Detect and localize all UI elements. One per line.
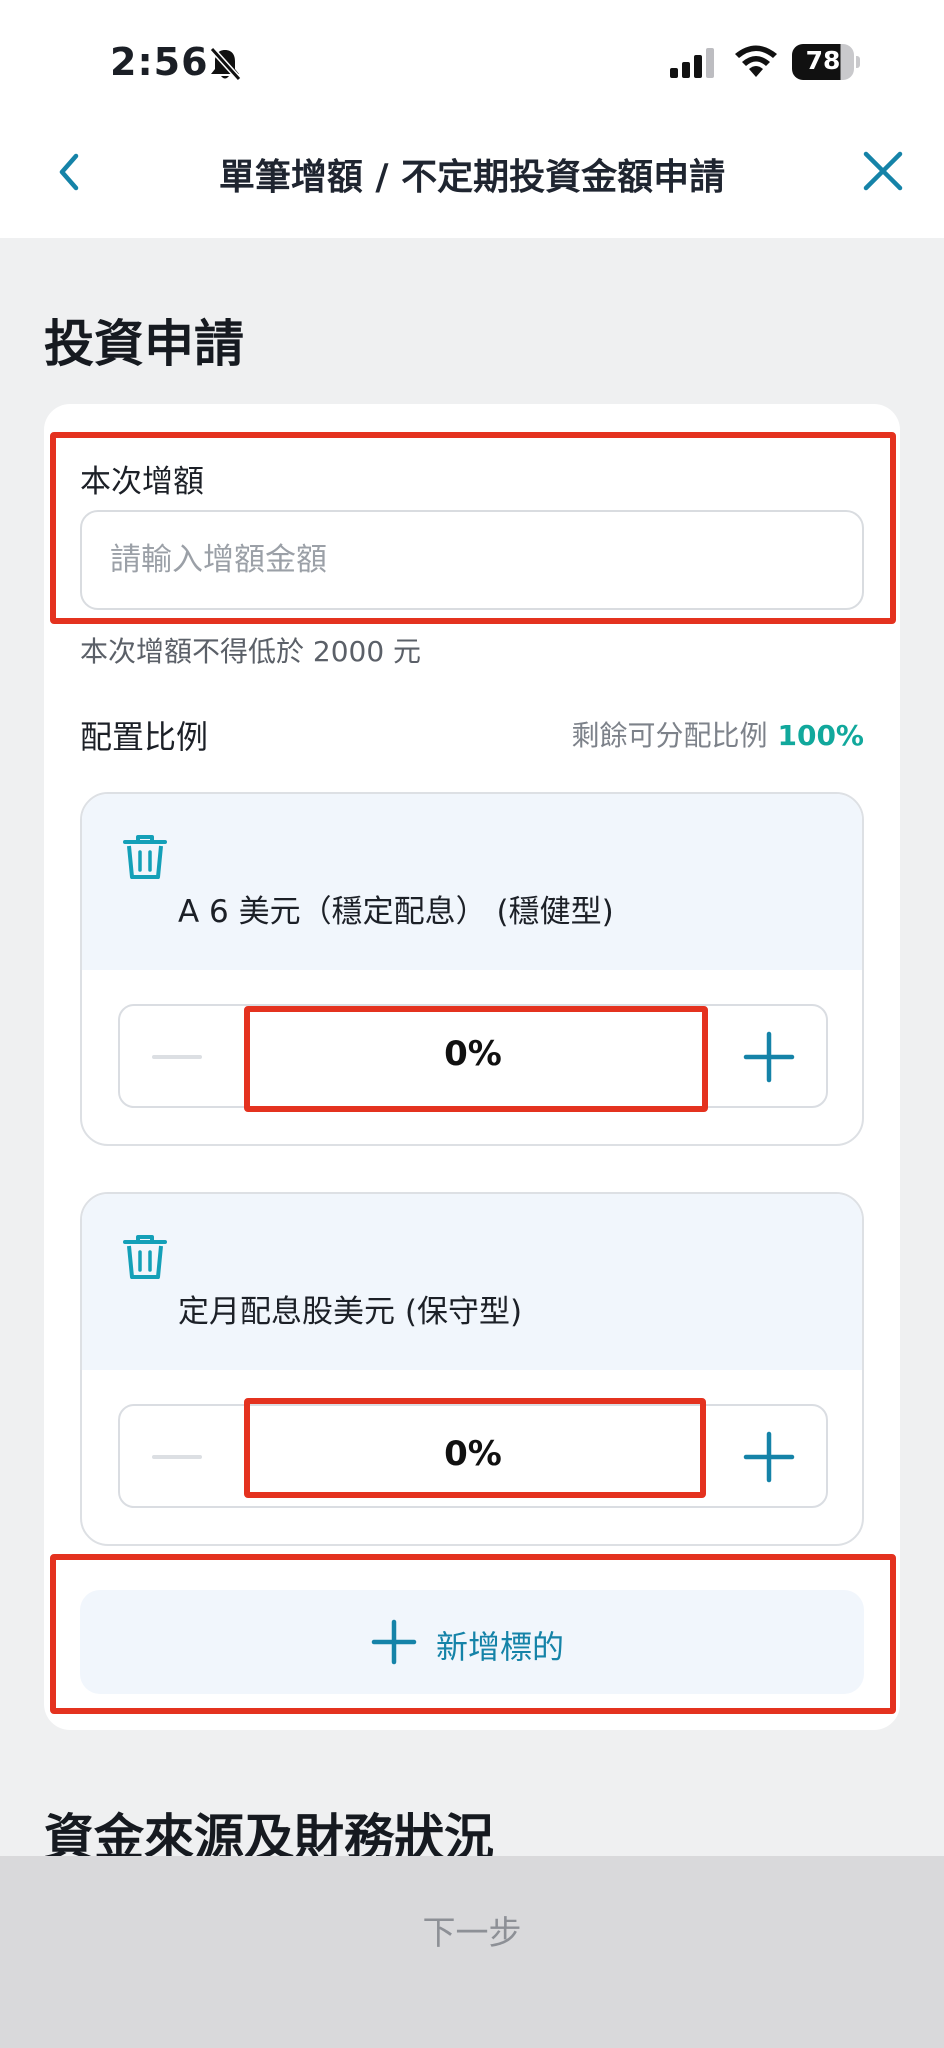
amount-input[interactable] <box>80 510 864 610</box>
section-title-investment: 投資申請 <box>44 315 244 373</box>
minus-icon[interactable] <box>144 1424 210 1490</box>
chevron-left-icon[interactable] <box>50 150 90 194</box>
ratio-stepper: 0% <box>118 1404 828 1508</box>
minus-icon[interactable] <box>144 1024 210 1090</box>
fund-header <box>82 1194 862 1370</box>
status-time: 2:56 <box>110 40 209 84</box>
ratio-value[interactable]: 0% <box>240 1434 706 1474</box>
ratio-stepper: 0% <box>118 1004 828 1108</box>
add-fund-button[interactable]: 新增標的 <box>80 1590 864 1694</box>
close-icon[interactable] <box>860 148 906 194</box>
remaining-label: 剩餘可分配比例 <box>571 719 768 752</box>
fund-item: 定月配息股美元 (保守型) 0% <box>80 1192 864 1546</box>
ratio-value[interactable]: 0% <box>240 1034 706 1074</box>
ratio-label: 配置比例 <box>80 718 209 756</box>
remaining-ratio: 剩餘可分配比例 100% <box>571 714 864 754</box>
next-button[interactable]: 下一步 <box>0 1906 944 1954</box>
plus-icon[interactable] <box>736 1024 802 1090</box>
plus-icon[interactable] <box>736 1424 802 1490</box>
add-fund-label: 新增標的 <box>436 1628 565 1666</box>
amount-label: 本次增額 <box>80 464 204 500</box>
fund-name: A 6 美元（穩定配息） (穩健型) <box>178 894 614 930</box>
remaining-value: 100% <box>777 719 864 752</box>
fund-header <box>82 794 862 970</box>
battery-icon: 78 <box>792 44 860 80</box>
bell-slash-icon <box>209 46 242 82</box>
fund-name: 定月配息股美元 (保守型) <box>178 1294 523 1330</box>
amount-hint: 本次增額不得低於 2000 元 <box>80 635 422 668</box>
status-bar: 2:56 78 <box>0 0 944 120</box>
fund-item: A 6 美元（穩定配息） (穩健型) 0% <box>80 792 864 1146</box>
page-title: 單筆增額 / 不定期投資金額申請 <box>218 157 726 198</box>
trash-icon[interactable] <box>120 1232 170 1282</box>
wifi-icon <box>735 45 777 77</box>
signal-icon <box>670 48 714 78</box>
plus-icon <box>371 1619 417 1665</box>
battery-level: 78 <box>805 46 841 75</box>
trash-icon[interactable] <box>120 832 170 882</box>
